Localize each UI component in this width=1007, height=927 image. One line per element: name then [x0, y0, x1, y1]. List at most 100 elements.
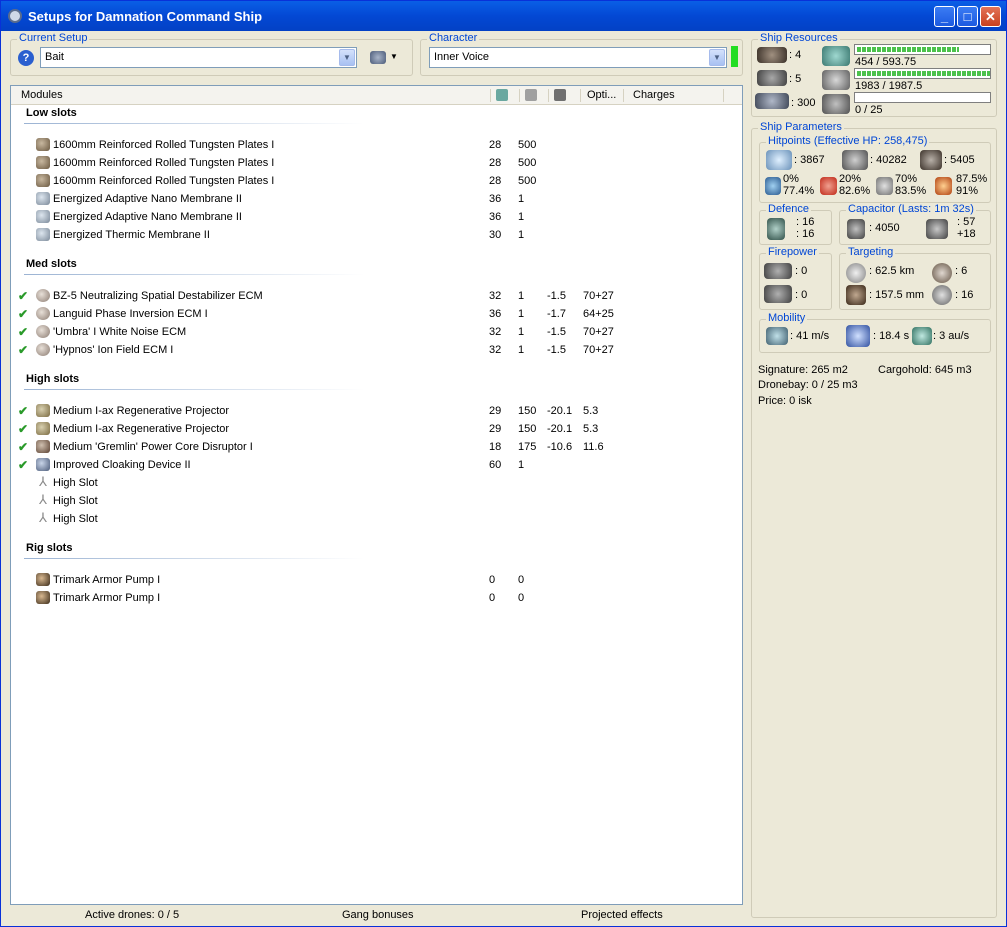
column-charges[interactable]: Charges: [633, 89, 675, 101]
module-row[interactable]: Energized Adaptive Nano Membrane II 36 1: [11, 190, 742, 208]
module-name: 1600mm Reinforced Rolled Tungsten Plates…: [53, 175, 275, 187]
module-name: 'Hypnos' Ion Field ECM I: [53, 344, 174, 356]
setup-select[interactable]: Bait ▼: [40, 47, 357, 68]
minimize-button[interactable]: _: [934, 6, 955, 27]
capacitor-recharge-top: : 57: [957, 216, 976, 228]
module-cpu: 32: [489, 290, 502, 302]
section-title: High slots: [26, 373, 80, 385]
chevron-down-icon[interactable]: ▼: [339, 49, 355, 66]
empty-slot-icon: ⅄: [39, 510, 47, 525]
module-row[interactable]: ⅄ High Slot: [11, 510, 742, 528]
module-row[interactable]: 1600mm Reinforced Rolled Tungsten Plates…: [11, 172, 742, 190]
em-resist-shield: 0%: [783, 173, 799, 185]
module-row[interactable]: ✔ Medium 'Gremlin' Power Core Disruptor I…: [11, 438, 742, 456]
targeting-range-icon: [846, 263, 866, 283]
maximize-button[interactable]: □: [957, 6, 978, 27]
drone-bandwidth-value: 0 / 25: [855, 104, 883, 116]
module-cpu: 0: [489, 574, 496, 586]
gang-bonuses[interactable]: Gang bonuses: [342, 909, 414, 921]
module-cpu: 36: [489, 308, 502, 320]
check-icon[interactable]: ✔: [18, 343, 28, 357]
module-row[interactable]: ✔ Improved Cloaking Device II 60 1: [11, 456, 742, 474]
modules-list[interactable]: Modules Opti... Charges Low slots 1600mm …: [10, 85, 743, 905]
armor-plate-icon: [36, 174, 50, 187]
sensor-strength: : 16: [955, 289, 974, 301]
rig-icon: [36, 591, 50, 604]
module-powergrid: 1: [518, 211, 525, 223]
cpu-icon[interactable]: [496, 89, 508, 101]
check-icon[interactable]: ✔: [18, 289, 28, 303]
membrane-icon: [36, 192, 50, 205]
module-row[interactable]: ✔ Medium I-ax Regenerative Projector 29 150…: [11, 420, 742, 438]
active-drones[interactable]: Active drones: 0 / 5: [85, 909, 179, 921]
capacitor-recharge-icon: [926, 219, 948, 239]
hitpoints-label: Hitpoints (Effective HP: 258,475): [766, 135, 930, 147]
module-row[interactable]: ⅄ High Slot: [11, 474, 742, 492]
missile-dps: : 0: [795, 289, 808, 301]
defence-value-a: : 16: [796, 216, 815, 228]
cpu-icon: [822, 46, 850, 66]
module-name: High Slot: [53, 477, 98, 489]
ship-menu-icon[interactable]: [370, 51, 386, 64]
module-row[interactable]: ✔ Languid Phase Inversion ECM I 36 1 -1.7 64+…: [11, 305, 742, 323]
module-cpu: 28: [489, 139, 502, 151]
explosive-resist-armor: 91%: [956, 185, 979, 197]
module-row[interactable]: 1600mm Reinforced Rolled Tungsten Plates…: [11, 154, 742, 172]
scan-resolution: : 157.5 mm: [869, 289, 925, 301]
setup-window: Setups for Damnation Command Ship _ □ ✕ …: [0, 0, 1007, 927]
dronebay: Dronebay: 0 / 25 m3: [758, 379, 858, 391]
current-setup-label: Current Setup: [17, 32, 90, 44]
powergrid-bar: [854, 68, 991, 79]
module-row[interactable]: ⅄ High Slot: [11, 492, 742, 510]
armor-hp: : 40282: [870, 154, 907, 166]
chevron-down-icon[interactable]: ▼: [709, 49, 725, 66]
check-icon[interactable]: ✔: [18, 325, 28, 339]
projected-effects[interactable]: Projected effects: [581, 909, 663, 921]
ship-menu-chevron-icon[interactable]: ▼: [390, 52, 398, 61]
module-row[interactable]: ✔ 'Umbra' I White Noise ECM 32 1 -1.5 70+27: [11, 323, 742, 341]
powergrid-icon[interactable]: [525, 89, 537, 101]
kinetic-resist-armor: 83.5%: [895, 185, 927, 197]
module-row[interactable]: Energized Adaptive Nano Membrane II 36 1: [11, 208, 742, 226]
column-optimal[interactable]: Opti...: [587, 89, 616, 101]
cargohold: Cargohold: 645 m3: [878, 364, 972, 376]
module-row[interactable]: Trimark Armor Pump I 0 0: [11, 589, 742, 607]
check-icon[interactable]: ✔: [18, 458, 28, 472]
check-icon[interactable]: ✔: [18, 422, 28, 436]
window-title: Setups for Damnation Command Ship: [28, 9, 263, 24]
module-row[interactable]: Energized Thermic Membrane II 30 1: [11, 226, 742, 244]
module-powergrid: 1: [518, 326, 525, 338]
column-modules[interactable]: Modules: [21, 89, 63, 101]
explosive-resist-icon: [935, 177, 952, 195]
module-powergrid: 500: [518, 139, 537, 151]
help-icon[interactable]: ?: [18, 50, 34, 66]
module-name: Languid Phase Inversion ECM I: [53, 308, 208, 320]
armor-icon: [842, 150, 868, 170]
close-button[interactable]: ✕: [980, 6, 1001, 27]
module-row[interactable]: Trimark Armor Pump I 0 0: [11, 571, 742, 589]
check-icon[interactable]: ✔: [18, 307, 28, 321]
high-slots-value: : 4: [789, 49, 802, 61]
calibration-value: : 300: [791, 97, 816, 109]
character-select[interactable]: Inner Voice ▼: [429, 47, 727, 68]
section-title: Med slots: [26, 258, 77, 270]
module-row[interactable]: ✔ 'Hypnos' Ion Field ECM I 32 1 -1.5 70+27: [11, 341, 742, 359]
module-powergrid: 1: [518, 229, 525, 241]
capacitor-icon[interactable]: [554, 89, 566, 101]
ship-resources-group: Ship Resources : 4 : 5 : 300 454 / 593.7…: [751, 32, 997, 117]
section-divider: [24, 389, 364, 390]
module-capacitor: -1.7: [547, 308, 566, 320]
module-row[interactable]: 1600mm Reinforced Rolled Tungsten Plates…: [11, 136, 742, 154]
module-powergrid: 1: [518, 193, 525, 205]
thermal-resist-shield: 20%: [839, 173, 862, 185]
high-slots-icon: [757, 47, 787, 63]
module-cpu: 32: [489, 326, 502, 338]
module-optimal: 64+25: [583, 308, 614, 320]
module-name: Medium I-ax Regenerative Projector: [53, 405, 230, 417]
check-icon[interactable]: ✔: [18, 404, 28, 418]
module-row[interactable]: ✔ Medium I-ax Regenerative Projector 29 150…: [11, 402, 742, 420]
title-bar[interactable]: Setups for Damnation Command Ship _ □ ✕: [1, 1, 1006, 31]
module-row[interactable]: ✔ BZ-5 Neutralizing Spatial Destabilizer …: [11, 287, 742, 305]
drone-bandwidth-bar: [854, 92, 991, 103]
check-icon[interactable]: ✔: [18, 440, 28, 454]
